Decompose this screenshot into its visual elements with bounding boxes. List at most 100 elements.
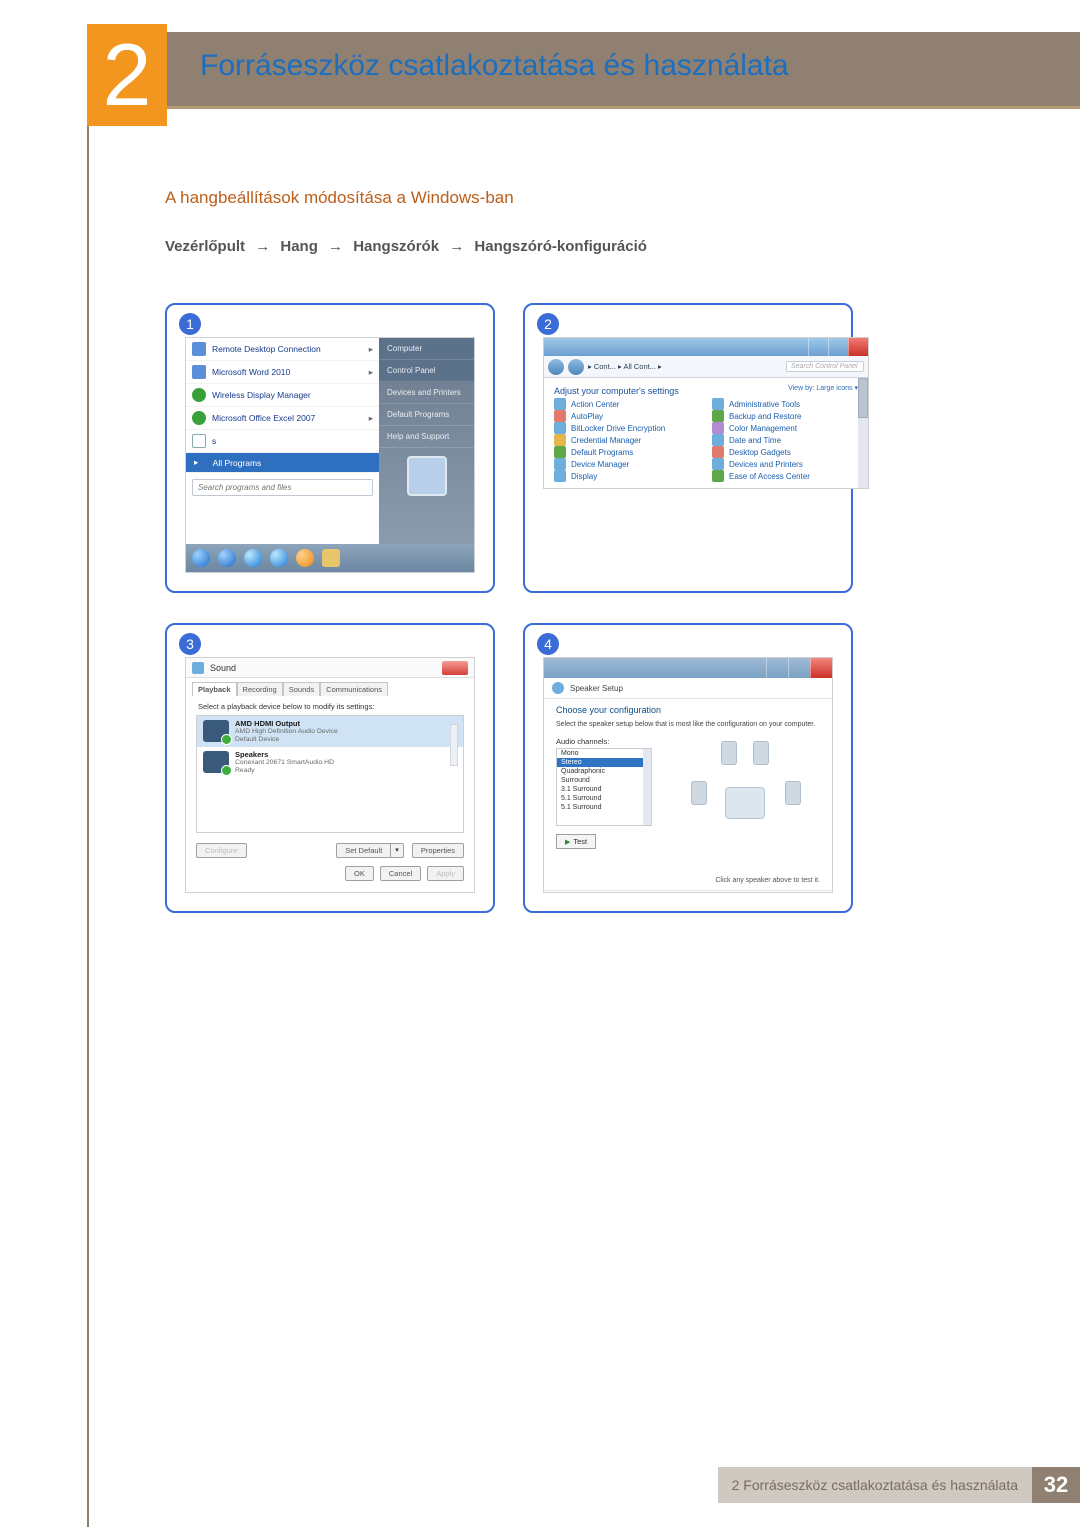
cp-item[interactable]: Credential Manager bbox=[554, 434, 700, 446]
tab-playback[interactable]: Playback bbox=[192, 682, 237, 696]
set-default-button[interactable]: Set Default bbox=[336, 843, 391, 858]
menu-item[interactable]: Computer bbox=[379, 338, 474, 360]
level-meter bbox=[450, 724, 458, 766]
config-heading: Choose your configuration bbox=[556, 705, 820, 715]
cp-item[interactable]: Default Programs bbox=[554, 446, 700, 458]
page-number: 32 bbox=[1032, 1467, 1080, 1503]
speaker-diagram bbox=[681, 737, 811, 857]
test-button[interactable]: Test bbox=[556, 834, 596, 849]
tab-recording[interactable]: Recording bbox=[237, 682, 283, 696]
menu-item[interactable]: Wireless Display Manager bbox=[186, 384, 379, 407]
minimize-button[interactable] bbox=[766, 658, 788, 678]
taskbar-icon[interactable] bbox=[218, 549, 236, 567]
menu-item[interactable]: Default Programs bbox=[379, 404, 474, 426]
path-step: Hang bbox=[280, 238, 318, 255]
wizard-title: Speaker Setup bbox=[570, 684, 623, 693]
tab-communications[interactable]: Communications bbox=[320, 682, 388, 696]
start-menu-left: Remote Desktop Connection▸ Microsoft Wor… bbox=[186, 338, 379, 572]
menu-item[interactable]: Control Panel bbox=[379, 360, 474, 382]
scrollbar[interactable] bbox=[643, 749, 651, 825]
speaker-icon bbox=[552, 682, 564, 694]
speaker-icon[interactable] bbox=[785, 781, 801, 805]
cp-item[interactable]: BitLocker Drive Encryption bbox=[554, 422, 700, 434]
close-button[interactable] bbox=[442, 661, 468, 675]
cp-item[interactable]: Date and Time bbox=[712, 434, 858, 446]
screenshot-4: 4 Speaker Setup Choose your configuratio… bbox=[523, 623, 853, 913]
menu-item[interactable]: Remote Desktop Connection▸ bbox=[186, 338, 379, 361]
apply-button[interactable]: Apply bbox=[427, 866, 464, 881]
taskbar-icon[interactable] bbox=[322, 549, 340, 567]
list-item[interactable]: Surround bbox=[557, 776, 651, 785]
scrollbar[interactable] bbox=[858, 378, 868, 488]
speaker-icon[interactable] bbox=[753, 741, 769, 765]
close-button[interactable] bbox=[810, 658, 832, 678]
close-button[interactable] bbox=[848, 338, 868, 356]
list-item[interactable]: 5.1 Surround bbox=[557, 794, 651, 803]
menu-item[interactable]: Devices and Printers bbox=[379, 382, 474, 404]
list-item[interactable]: Stereo bbox=[557, 758, 651, 767]
step-badge: 2 bbox=[537, 313, 559, 335]
cp-item[interactable]: Action Center bbox=[554, 398, 700, 410]
search-input[interactable]: Search Control Panel bbox=[786, 361, 864, 372]
device-item[interactable]: Speakers Conexant 20671 SmartAudio HD Re… bbox=[197, 747, 463, 778]
cp-item[interactable]: Color Management bbox=[712, 422, 858, 434]
minimize-button[interactable] bbox=[808, 338, 828, 356]
breadcrumb[interactable]: ▸ Cont... ▸ All Cont... ▸ bbox=[588, 362, 662, 371]
cp-item[interactable]: Device Manager bbox=[554, 458, 700, 470]
device-icon bbox=[203, 751, 229, 773]
maximize-button[interactable] bbox=[828, 338, 848, 356]
tab-sounds[interactable]: Sounds bbox=[283, 682, 320, 696]
path-step: Hangszórók bbox=[353, 238, 439, 255]
menu-item[interactable]: Microsoft Word 2010▸ bbox=[186, 361, 379, 384]
start-orb-icon[interactable] bbox=[192, 549, 210, 567]
nav-bar: ▸ Cont... ▸ All Cont... ▸ Search Control… bbox=[544, 356, 868, 378]
chapter-number-box: 2 bbox=[87, 24, 167, 126]
menu-item[interactable]: Help and Support bbox=[379, 426, 474, 448]
cp-item[interactable]: Ease of Access Center bbox=[712, 470, 858, 482]
back-icon[interactable] bbox=[548, 359, 564, 375]
device-item[interactable]: AMD HDMI Output AMD High Definition Audi… bbox=[197, 716, 463, 747]
cp-item[interactable]: Administrative Tools bbox=[712, 398, 858, 410]
list-item[interactable]: Quadraphonic bbox=[557, 767, 651, 776]
instruction-text: Select a playback device below to modify… bbox=[186, 696, 474, 715]
step-badge: 4 bbox=[537, 633, 559, 655]
dialog-titlebar: Sound bbox=[186, 658, 474, 678]
device-list: AMD HDMI Output AMD High Definition Audi… bbox=[196, 715, 464, 833]
cp-item[interactable]: Display bbox=[554, 470, 700, 482]
maximize-button[interactable] bbox=[788, 658, 810, 678]
forward-icon[interactable] bbox=[568, 359, 584, 375]
ie-icon[interactable] bbox=[244, 549, 262, 567]
screenshot-2: 2 ▸ Cont... ▸ All Cont... ▸ Search Contr… bbox=[523, 303, 853, 593]
left-margin-rule bbox=[87, 126, 89, 1527]
taskbar-icon[interactable] bbox=[296, 549, 314, 567]
menu-item[interactable]: s bbox=[186, 430, 379, 453]
cp-item[interactable]: Devices and Printers bbox=[712, 458, 858, 470]
listener-icon bbox=[725, 787, 765, 819]
list-item[interactable]: 3.1 Surround bbox=[557, 785, 651, 794]
screenshot-3: 3 Sound Playback Recording Sounds Commun… bbox=[165, 623, 495, 913]
menu-item[interactable]: Microsoft Office Excel 2007▸ bbox=[186, 407, 379, 430]
cp-item[interactable]: AutoPlay bbox=[554, 410, 700, 422]
list-item[interactable]: 5.1 Surround bbox=[557, 803, 651, 812]
all-programs[interactable]: ▸ All Programs bbox=[186, 453, 379, 473]
configure-button[interactable]: Configure bbox=[196, 843, 247, 858]
taskbar-icon[interactable] bbox=[270, 549, 288, 567]
user-avatar bbox=[407, 456, 447, 496]
arrow-icon: → bbox=[449, 238, 464, 255]
path-step: Vezérlőpult bbox=[165, 238, 245, 255]
cancel-button[interactable]: Cancel bbox=[380, 866, 421, 881]
cp-item[interactable]: Desktop Gadgets bbox=[712, 446, 858, 458]
sound-icon bbox=[192, 662, 204, 674]
channel-list[interactable]: Mono Stereo Quadraphonic Surround 3.1 Su… bbox=[556, 748, 652, 826]
ok-button[interactable]: OK bbox=[345, 866, 374, 881]
arrow-icon: → bbox=[255, 238, 270, 255]
list-item[interactable]: Mono bbox=[557, 749, 651, 758]
speaker-icon[interactable] bbox=[721, 741, 737, 765]
search-input[interactable] bbox=[192, 479, 373, 496]
cp-item[interactable]: Backup and Restore bbox=[712, 410, 858, 422]
speaker-icon[interactable] bbox=[691, 781, 707, 805]
properties-button[interactable]: Properties bbox=[412, 843, 464, 858]
dropdown-caret-icon[interactable]: ▾ bbox=[391, 843, 404, 858]
wizard-header: Speaker Setup bbox=[544, 678, 832, 699]
page-footer: 2 Forráseszköz csatlakoztatása és haszná… bbox=[718, 1467, 1080, 1503]
